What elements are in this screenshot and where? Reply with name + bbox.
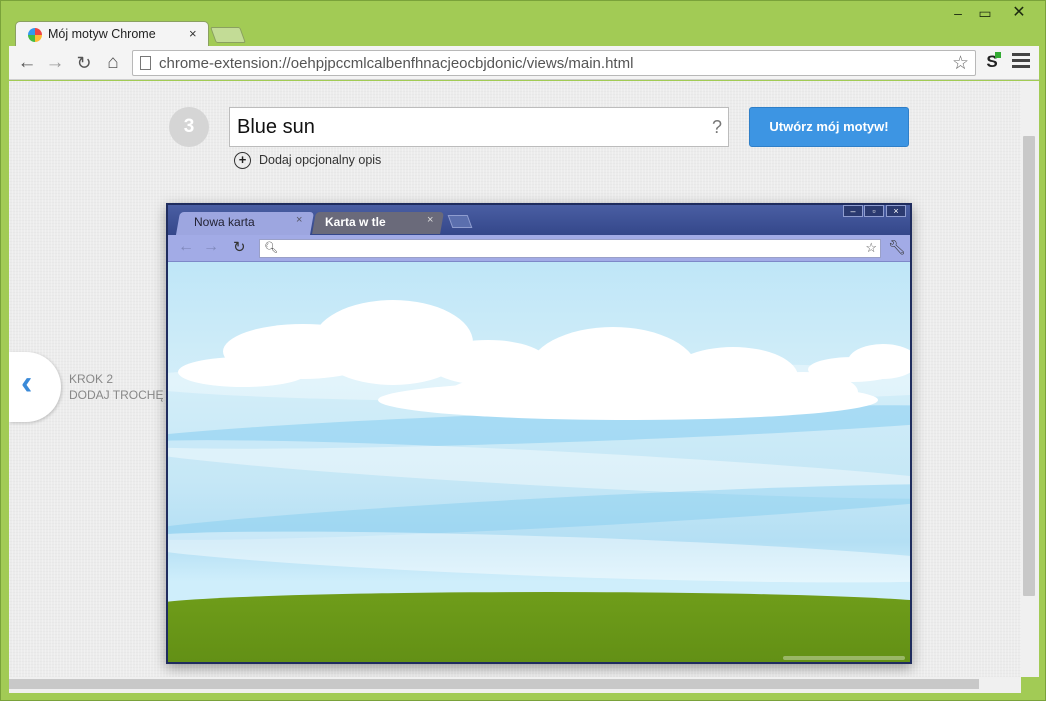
- theme-name-input[interactable]: [229, 107, 729, 147]
- preview-close-icon: ×: [886, 205, 906, 217]
- vertical-scroll-thumb[interactable]: [1023, 136, 1035, 596]
- preview-active-tab-label: Nowa karta: [194, 215, 255, 229]
- extension-icon[interactable]: S: [983, 52, 1001, 72]
- chevron-left-icon: ‹: [21, 364, 33, 402]
- plus-circle-icon: +: [234, 152, 251, 169]
- address-bar[interactable]: chrome-extension://oehpjpccmlcalbenfhnac…: [132, 50, 976, 76]
- preview-background-tab-label: Karta w tle: [325, 215, 386, 229]
- preview-tab-close-icon: ×: [296, 214, 303, 226]
- preview-back-icon: ←: [178, 238, 194, 255]
- back-arrow-icon[interactable]: ←: [15, 51, 39, 75]
- maximize-button[interactable]: ▭: [970, 3, 1000, 23]
- preview-wrench-icon: 🔧︎: [888, 239, 906, 255]
- preview-background-image: [168, 262, 910, 662]
- preview-reload-icon: ↻: [233, 239, 246, 256]
- theme-preview: – ▫ × Nowa karta × Karta w tle × ← → ↻ 🔍…: [166, 203, 912, 664]
- preview-minimize-icon: –: [843, 205, 863, 217]
- tab-active[interactable]: Mój motyw Chrome ×: [15, 21, 209, 47]
- page-content: 3 ? Utwórz mój motyw! + Dodaj opcjonalny…: [9, 81, 1021, 677]
- vertical-scrollbar[interactable]: [1021, 81, 1039, 677]
- preview-grass: [168, 592, 910, 662]
- palette-icon: [28, 28, 42, 42]
- preview-search-icon: 🔍︎: [264, 242, 278, 254]
- close-window-button[interactable]: ✕: [1004, 3, 1034, 23]
- preview-new-tab-icon: [447, 215, 473, 228]
- reload-icon[interactable]: ↻: [72, 51, 96, 75]
- menu-icon[interactable]: [1012, 53, 1030, 71]
- previous-step-number[interactable]: KROK 2: [69, 372, 113, 386]
- url-text[interactable]: chrome-extension://oehpjpccmlcalbenfhnac…: [159, 55, 633, 72]
- browser-window: – ▭ ✕ Mój motyw Chrome × ← → ↻ ⌂ chrome-…: [0, 0, 1046, 701]
- preview-maximize-icon: ▫: [864, 205, 884, 217]
- preview-star-icon: ☆: [865, 240, 877, 255]
- horizontal-scroll-thumb[interactable]: [9, 679, 979, 689]
- add-description-label: Dodaj opcjonalny opis: [259, 153, 382, 167]
- preview-toolbar: ← → ↻ 🔍︎ ☆ 🔧︎: [168, 235, 910, 262]
- bookmark-star-icon[interactable]: ☆: [952, 52, 969, 75]
- page-icon: [140, 56, 151, 70]
- previous-step-button[interactable]: ‹: [9, 352, 61, 422]
- preview-tab-close-icon: ×: [427, 214, 434, 226]
- browser-toolbar: ← → ↻ ⌂ chrome-extension://oehpjpccmlcal…: [9, 46, 1039, 80]
- preview-forward-icon: →: [203, 238, 219, 255]
- tab-title: Mój motyw Chrome: [48, 27, 156, 41]
- forward-arrow-icon[interactable]: →: [43, 51, 67, 75]
- step-number-badge: 3: [169, 107, 209, 147]
- preview-watermark: [783, 656, 905, 660]
- preview-omnibox: 🔍︎ ☆: [259, 239, 881, 258]
- horizontal-scrollbar[interactable]: [9, 677, 1021, 693]
- create-theme-button[interactable]: Utwórz mój motyw!: [749, 107, 909, 147]
- new-tab-button[interactable]: [210, 27, 246, 43]
- home-icon[interactable]: ⌂: [101, 51, 125, 75]
- tab-close-icon[interactable]: ×: [189, 26, 197, 41]
- help-icon[interactable]: ?: [712, 117, 722, 138]
- minimize-button[interactable]: –: [943, 3, 973, 23]
